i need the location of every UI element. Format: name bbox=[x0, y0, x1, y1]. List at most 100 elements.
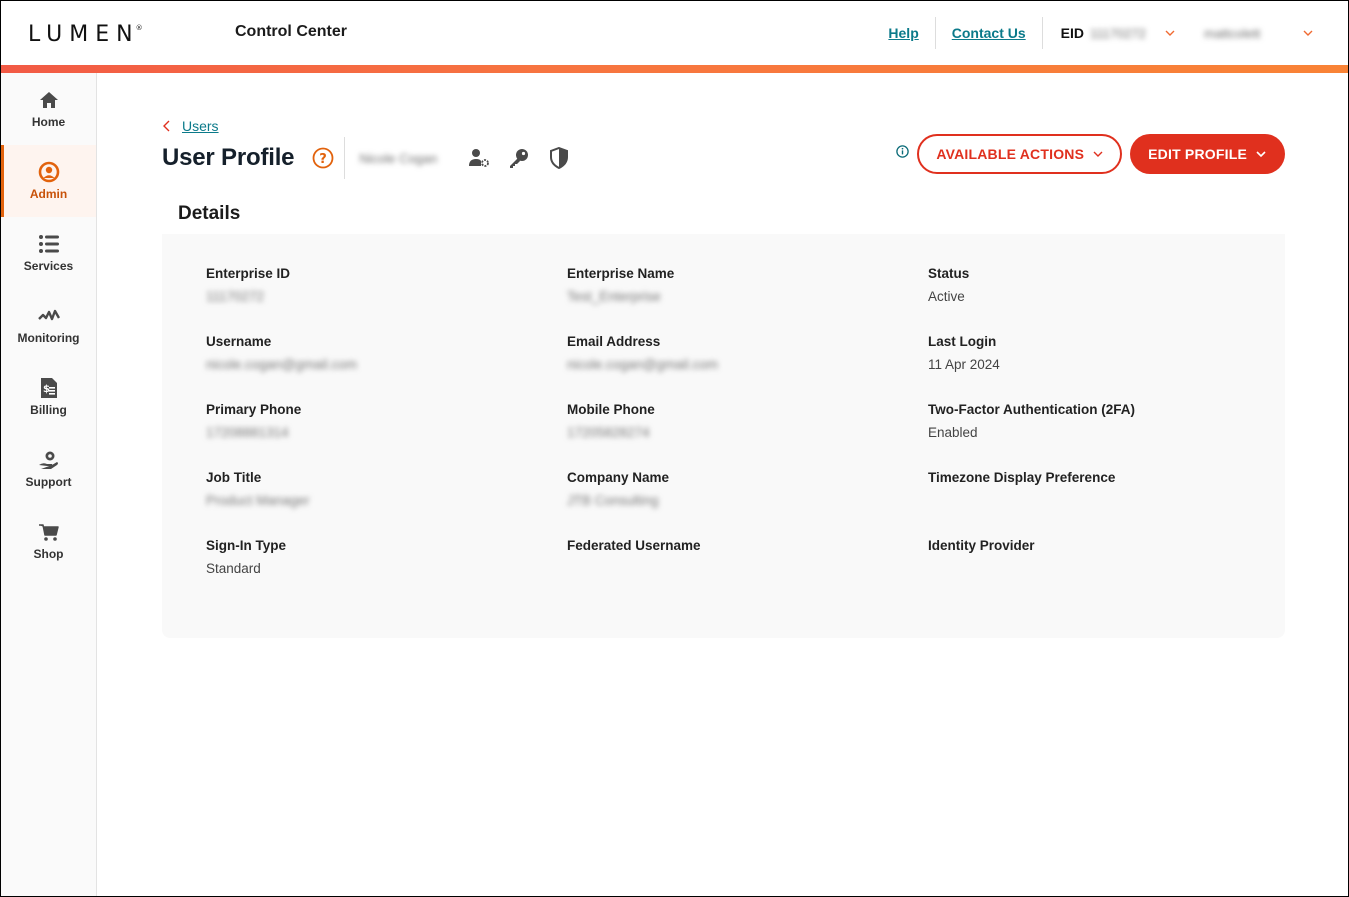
detail-field-label: Enterprise Name bbox=[567, 266, 675, 281]
main-content: Users User Profile ? Nicole Cogan AVAILA… bbox=[98, 73, 1348, 896]
chevron-down-icon bbox=[1093, 151, 1103, 157]
sidebar-item-label: Support bbox=[25, 475, 72, 489]
chevron-down-icon[interactable] bbox=[1302, 27, 1314, 39]
home-icon bbox=[38, 89, 60, 111]
chevron-left-icon[interactable] bbox=[162, 120, 172, 132]
support-hand-icon bbox=[38, 449, 60, 471]
lumen-logo[interactable]: LUMEN ® bbox=[28, 22, 143, 47]
detail-field-label: Sign-In Type bbox=[206, 538, 286, 553]
invoice-icon: $ bbox=[38, 377, 60, 399]
edit-profile-label: EDIT PROFILE bbox=[1148, 146, 1247, 162]
contact-us-link[interactable]: Contact Us bbox=[936, 25, 1042, 41]
breadcrumb-users-link[interactable]: Users bbox=[182, 118, 219, 134]
profile-user-name: Nicole Cogan bbox=[359, 150, 438, 166]
eid-label: EID bbox=[1060, 25, 1084, 41]
detail-field-value: Test_Enterprise bbox=[567, 289, 661, 304]
available-actions-label: AVAILABLE ACTIONS bbox=[936, 146, 1085, 162]
chevron-down-icon[interactable] bbox=[1164, 27, 1176, 39]
available-actions-button[interactable]: AVAILABLE ACTIONS bbox=[917, 134, 1123, 174]
detail-field-label: Status bbox=[928, 266, 970, 281]
detail-field-label: Two-Factor Authentication (2FA) bbox=[928, 402, 1135, 417]
detail-field-value: Standard bbox=[206, 561, 261, 576]
sidebar-item-label: Billing bbox=[30, 403, 67, 417]
detail-field: Username nicole.cogan@gmail.com bbox=[206, 334, 567, 402]
edit-profile-button[interactable]: EDIT PROFILE bbox=[1130, 134, 1285, 174]
detail-field: Mobile Phone 17205828274 bbox=[567, 402, 928, 470]
user-menu[interactable]: mattcolett bbox=[1204, 26, 1294, 41]
detail-field-label: Identity Provider bbox=[928, 538, 1035, 553]
sidebar-item-billing[interactable]: $ Billing bbox=[1, 361, 96, 433]
details-section-title: Details bbox=[178, 203, 241, 224]
sidebar-item-label: Home bbox=[31, 115, 66, 129]
svg-text:$: $ bbox=[43, 384, 50, 395]
sidebar-item-admin[interactable]: Admin bbox=[1, 145, 96, 217]
shield-icon[interactable] bbox=[547, 146, 571, 170]
svg-text:?: ? bbox=[320, 152, 328, 167]
registered-mark: ® bbox=[135, 24, 143, 32]
detail-field: Two-Factor Authentication (2FA) Enabled bbox=[928, 402, 1289, 470]
detail-field-value bbox=[928, 493, 1289, 509]
detail-field: Federated Username bbox=[567, 538, 928, 606]
sidebar-item-shop[interactable]: Shop bbox=[1, 505, 96, 577]
detail-field-label: Job Title bbox=[206, 470, 262, 485]
detail-field-value: nicole.cogan@gmail.com bbox=[567, 357, 719, 372]
detail-field-label: Enterprise ID bbox=[206, 266, 291, 281]
detail-field-value: 11 Apr 2024 bbox=[928, 357, 1000, 372]
sidebar-item-label: Monitoring bbox=[17, 331, 80, 345]
details-card: Enterprise ID 11170272 Enterprise Name Test… bbox=[162, 234, 1285, 638]
sidebar-item-monitoring[interactable]: Monitoring bbox=[1, 289, 96, 361]
key-icon[interactable] bbox=[507, 146, 531, 170]
detail-field-label: Company Name bbox=[567, 470, 670, 485]
help-link[interactable]: Help bbox=[872, 25, 934, 41]
detail-field: Company Name JTB Consulting bbox=[567, 470, 928, 538]
sidebar-item-services[interactable]: Services bbox=[1, 217, 96, 289]
detail-field-label: Timezone Display Preference bbox=[928, 470, 1116, 485]
detail-field: Enterprise Name Test_Enterprise bbox=[567, 266, 928, 334]
page-title: User Profile bbox=[162, 144, 295, 171]
chevron-down-icon bbox=[1256, 151, 1266, 158]
eid-selector[interactable]: 11170272 bbox=[1090, 26, 1156, 41]
info-icon[interactable] bbox=[896, 144, 910, 158]
detail-field-label: Mobile Phone bbox=[567, 402, 655, 417]
header-divider bbox=[1041, 17, 1043, 49]
detail-field-value: Active bbox=[928, 289, 965, 304]
help-question-icon[interactable]: ? bbox=[312, 147, 334, 169]
user-settings-icon[interactable] bbox=[467, 146, 491, 170]
detail-field: Timezone Display Preference bbox=[928, 470, 1289, 538]
detail-field-value: Enabled bbox=[928, 425, 978, 440]
pulse-icon bbox=[37, 305, 60, 327]
title-divider bbox=[344, 137, 346, 179]
detail-field: Job Title Product Manager bbox=[206, 470, 567, 538]
details-grid: Enterprise ID 11170272 Enterprise Name Test… bbox=[206, 266, 1289, 606]
detail-field-label: Email Address bbox=[567, 334, 661, 349]
list-icon bbox=[38, 233, 60, 255]
detail-field-label: Last Login bbox=[928, 334, 997, 349]
detail-field-label: Federated Username bbox=[567, 538, 701, 553]
sidebar: Home Admin Services Monitoring $ Billing… bbox=[1, 73, 97, 896]
header-right: Help Contact Us EID 11170272 mattcolett bbox=[872, 1, 1348, 65]
detail-field-value: 11170272 bbox=[206, 289, 265, 304]
cart-icon bbox=[38, 521, 60, 543]
detail-field: Last Login 11 Apr 2024 bbox=[928, 334, 1289, 402]
sidebar-item-home[interactable]: Home bbox=[1, 73, 96, 145]
user-circle-icon bbox=[38, 161, 60, 183]
detail-field: Enterprise ID 11170272 bbox=[206, 266, 567, 334]
detail-field-value: 17208881314 bbox=[206, 425, 289, 440]
sidebar-item-label: Admin bbox=[29, 187, 68, 201]
detail-field-value: Product Manager bbox=[206, 493, 310, 508]
sidebar-item-label: Services bbox=[23, 259, 74, 273]
sidebar-item-support[interactable]: Support bbox=[1, 433, 96, 505]
detail-field: Primary Phone 17208881314 bbox=[206, 402, 567, 470]
app-title: Control Center bbox=[235, 23, 347, 40]
detail-field-label: Username bbox=[206, 334, 272, 349]
logo-text: LUMEN bbox=[28, 22, 140, 47]
top-header: LUMEN ® Control Center Help Contact Us E… bbox=[1, 1, 1348, 65]
detail-field: Sign-In Type Standard bbox=[206, 538, 567, 606]
detail-field-value: nicole.cogan@gmail.com bbox=[206, 357, 358, 372]
breadcrumb: Users bbox=[162, 118, 219, 134]
detail-field-value bbox=[928, 561, 1289, 577]
detail-field-value: 17205828274 bbox=[567, 425, 650, 440]
sidebar-item-label: Shop bbox=[33, 547, 64, 561]
detail-field-value: JTB Consulting bbox=[567, 493, 659, 508]
detail-field: Status Active bbox=[928, 266, 1289, 334]
